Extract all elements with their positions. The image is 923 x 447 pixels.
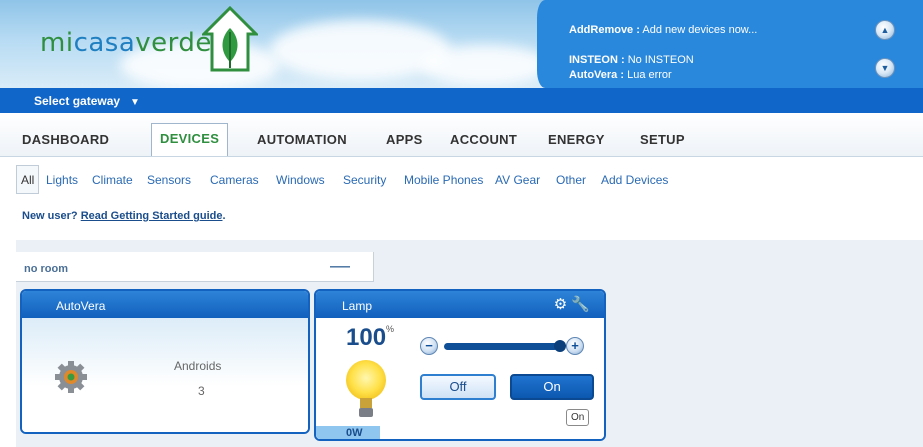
gateway-bar[interactable]: Select gateway ▼ [0, 88, 923, 113]
device-count: 3 [198, 384, 205, 398]
filter-lights[interactable]: Lights [46, 173, 78, 187]
header: micasaverde AddRemove : Add new devices … [0, 0, 923, 88]
collapse-room-button[interactable]: — [330, 256, 350, 276]
add-devices-link[interactable]: Add Devices [601, 173, 668, 187]
lightbulb-icon [346, 360, 386, 417]
gear-icon [55, 361, 87, 393]
device-body: Androids 3 [22, 318, 308, 432]
off-button[interactable]: Off [420, 374, 496, 400]
dimmer-slider[interactable]: − + [418, 336, 586, 356]
decrease-level-button[interactable]: − [420, 337, 438, 355]
filter-mobile-phones[interactable]: Mobile Phones [404, 173, 483, 187]
device-header-icons: ⚙ 🔧 [554, 295, 590, 313]
logo-text-verde: verde [135, 28, 212, 58]
room-header: no room — [16, 252, 374, 282]
increase-level-button[interactable]: + [566, 337, 584, 355]
device-card-autovera: AutoVera Androids 3 [20, 289, 310, 434]
chevron-down-icon: ▼ [130, 97, 140, 108]
device-title[interactable]: AutoVera [22, 291, 308, 318]
getting-started-link[interactable]: Read Getting Started guide [81, 210, 223, 222]
tab-energy[interactable]: ENERGY [548, 132, 605, 147]
filter-windows[interactable]: Windows [276, 173, 325, 187]
notice-insteon[interactable]: INSTEON : No INSTEON [569, 54, 694, 66]
scroll-down-icon[interactable]: ▼ [875, 58, 895, 78]
tab-devices[interactable]: DEVICES [151, 123, 229, 156]
new-user-prefix: New user? [22, 210, 78, 222]
level-value: 100 [346, 324, 387, 351]
tab-setup[interactable]: SETUP [640, 132, 685, 147]
main-tabs: DASHBOARD DEVICES AUTOMATION APPS ACCOUN… [0, 113, 923, 157]
filter-security[interactable]: Security [343, 173, 386, 187]
scroll-up-icon[interactable]: ▲ [875, 20, 895, 40]
device-body: 100% − + Off On 0W On [316, 318, 604, 439]
filter-cameras[interactable]: Cameras [210, 173, 259, 187]
tab-apps[interactable]: APPS [386, 132, 423, 147]
on-button[interactable]: On [510, 374, 594, 400]
device-card-lamp: Lamp ⚙ 🔧 100% − + Off On 0W On [314, 289, 606, 441]
new-user-notice: New user? Read Getting Started guide. [22, 210, 226, 222]
room-name: no room [24, 263, 68, 275]
power-reading: 0W [316, 426, 380, 439]
dimmer-level: 100% [346, 324, 394, 352]
device-name: Lamp [342, 299, 373, 313]
tab-automation[interactable]: AUTOMATION [257, 132, 347, 147]
tab-dashboard[interactable]: DASHBOARD [22, 132, 109, 147]
filter-sensors[interactable]: Sensors [147, 173, 191, 187]
logo[interactable]: micasaverde [40, 28, 212, 58]
logo-text-mi: mi [40, 28, 74, 58]
status-badge: On [566, 409, 590, 426]
level-unit: % [386, 324, 395, 334]
settings-icon[interactable]: ⚙ [554, 296, 567, 313]
gateway-label: Select gateway [34, 94, 121, 108]
filter-other[interactable]: Other [556, 173, 586, 187]
filter-av-gear[interactable]: AV Gear [495, 173, 540, 187]
slider-handle[interactable] [554, 340, 566, 352]
device-label: Androids [174, 359, 222, 373]
wrench-icon[interactable]: 🔧 [571, 296, 590, 313]
filter-all[interactable]: All [16, 165, 40, 194]
new-user-suffix: . [222, 210, 226, 222]
device-category-nav: All Lights Climate Sensors Cameras Windo… [0, 158, 923, 200]
slider-track[interactable] [444, 343, 558, 350]
cloud-decoration [420, 45, 550, 85]
notice-autovera[interactable]: AutoVera : Lua error [569, 69, 672, 78]
filter-climate[interactable]: Climate [92, 173, 133, 187]
device-title[interactable]: Lamp ⚙ 🔧 [316, 291, 604, 318]
house-leaf-logo-icon [202, 6, 258, 72]
logo-text-casa: casa [73, 28, 136, 58]
notice-addremove[interactable]: AddRemove : Add new devices now... [569, 24, 757, 36]
tab-account[interactable]: ACCOUNT [450, 132, 517, 147]
notification-panel: AddRemove : Add new devices now... INSTE… [537, 0, 923, 88]
